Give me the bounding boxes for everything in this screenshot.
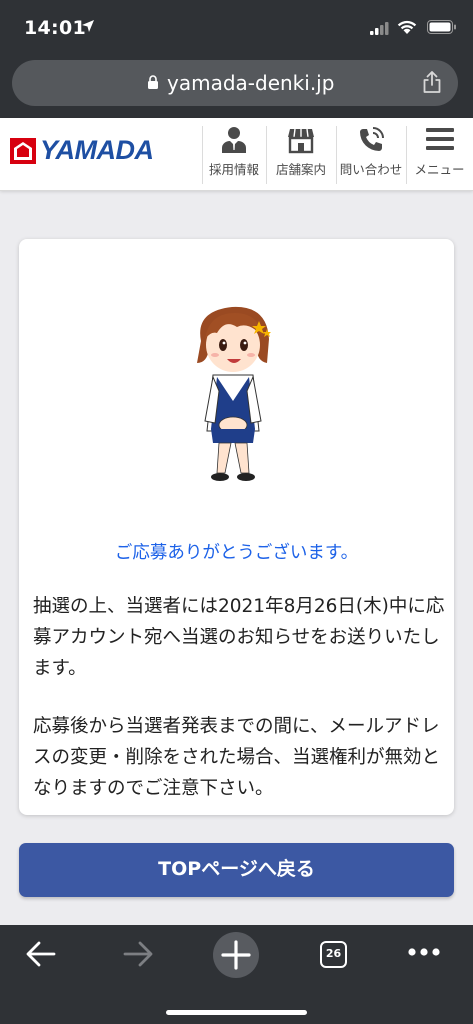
new-tab-plus-icon[interactable]	[212, 931, 260, 979]
nav-recruit[interactable]: 採用情報	[202, 118, 266, 190]
status-time: 14:01	[24, 17, 86, 39]
nav-menu-label: メニュー	[414, 162, 465, 177]
yamada-logo-mark	[10, 138, 36, 164]
wifi-icon	[397, 20, 417, 34]
lock-icon	[148, 75, 158, 89]
nav-contact-label: 問い合わせ	[339, 162, 403, 177]
nav-contact[interactable]: 問い合わせ	[336, 118, 406, 190]
store-icon	[288, 128, 314, 154]
menu-icon	[425, 128, 454, 150]
back-to-top-button[interactable]: TOPページへ戻る	[19, 843, 454, 897]
url-text: yamada-denki.jp	[167, 71, 335, 95]
cellular-signal-icon	[370, 22, 389, 35]
nav-menu[interactable]: メニュー	[406, 118, 473, 190]
person-icon	[222, 127, 246, 153]
tab-count-button[interactable]: 26	[320, 941, 347, 968]
forward-arrow-icon[interactable]	[121, 937, 155, 971]
battery-icon	[427, 20, 456, 34]
home-indicator[interactable]	[166, 1010, 307, 1015]
mascot-illustration	[197, 306, 271, 481]
thanks-message: ご応募ありがとうございます。	[114, 543, 359, 563]
site-header: YAMADA 採用情報 店舗案内 問い合わせ メニュー	[0, 118, 473, 191]
phone-icon	[360, 127, 384, 151]
back-arrow-icon[interactable]	[24, 937, 58, 971]
share-icon[interactable]	[422, 70, 442, 94]
location-arrow-icon	[82, 20, 94, 32]
more-options-icon[interactable]	[407, 947, 441, 957]
email-change-warning-text: 応募後から当選者発表までの間に、メールアドレスの変更・削除をされた場合、当選権利…	[33, 716, 441, 799]
browser-address-area: yamada-denki.jp	[0, 60, 473, 118]
lottery-notice-text: 抽選の上、当選者には2021年8月26日(木)中に応募アカウント宛へ当選のお知ら…	[33, 596, 445, 679]
message-card: ご応募ありがとうございます。 抽選の上、当選者には2021年8月26日(木)中に…	[19, 239, 454, 815]
address-bar[interactable]: yamada-denki.jp	[12, 60, 458, 106]
nav-stores-label: 店舗案内	[275, 162, 326, 177]
nav-recruit-label: 採用情報	[208, 162, 259, 177]
logo-text: YAMADA	[40, 135, 154, 165]
browser-toolbar: 26	[0, 925, 473, 1024]
status-bar: 14:01	[0, 0, 473, 60]
nav-stores[interactable]: 店舗案内	[266, 118, 336, 190]
